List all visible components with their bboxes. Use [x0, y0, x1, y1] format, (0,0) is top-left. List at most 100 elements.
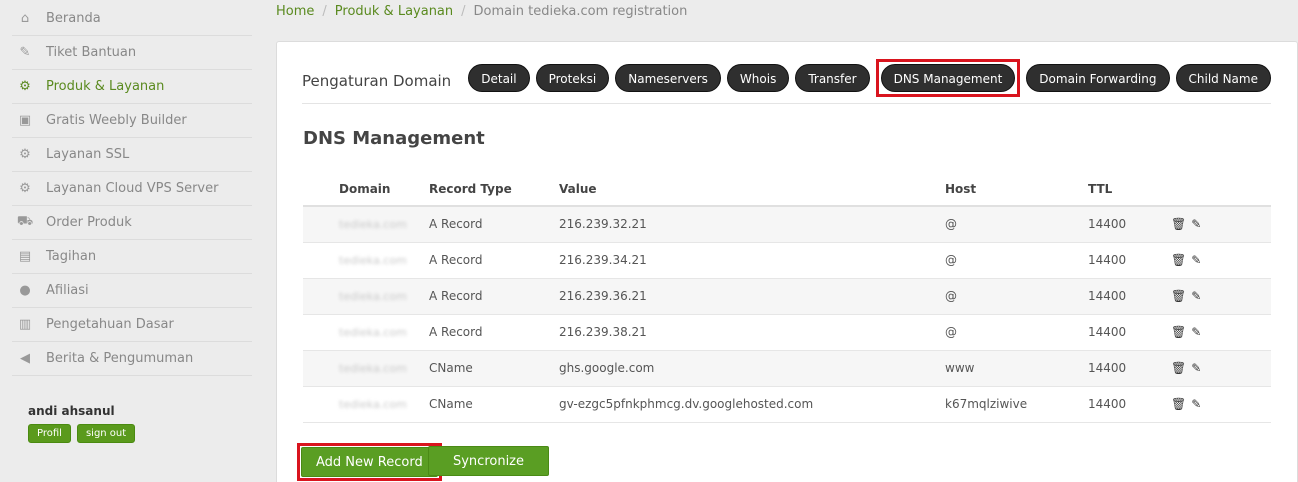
table-row: tedieka.com A Record 216.239.32.21 @ 144…: [303, 206, 1271, 243]
add-new-record-button[interactable]: Add New Record: [301, 447, 438, 477]
cell-host: @: [945, 314, 1088, 351]
sidebar-item-label: Afiliasi: [46, 283, 89, 298]
cell-type: CName: [429, 350, 559, 387]
cell-domain: tedieka.com: [303, 278, 429, 315]
cell-host: @: [945, 278, 1088, 315]
cell-host: @: [945, 242, 1088, 279]
trash-icon[interactable]: 🗑: [1171, 397, 1186, 411]
sidebar-item-produk-layanan[interactable]: ⚙ Produk & Layanan: [12, 70, 252, 104]
cell-actions: 🗑 ✎: [1171, 278, 1271, 315]
pencil-icon[interactable]: ✎: [1191, 217, 1201, 231]
trash-icon[interactable]: 🗑: [1171, 289, 1186, 303]
cell-type: A Record: [429, 314, 559, 351]
panel-title: Pengaturan Domain: [302, 72, 452, 90]
cell-ttl: 14400: [1088, 206, 1171, 243]
sidebar-item-order-produk[interactable]: ⛟ Order Produk: [12, 206, 252, 240]
column-header-host: Host: [945, 172, 1088, 207]
sidebar-item-weebly[interactable]: ▣ Gratis Weebly Builder: [12, 104, 252, 138]
tab-proteksi[interactable]: Proteksi: [535, 64, 610, 92]
sidebar-item-ssl[interactable]: ⚙ Layanan SSL: [12, 138, 252, 172]
gift-icon: ▣: [18, 113, 32, 128]
pencil-icon[interactable]: ✎: [1191, 325, 1201, 339]
sidebar-item-afiliasi[interactable]: ● Afiliasi: [12, 274, 252, 308]
breadcrumb-products-link[interactable]: Produk & Layanan: [335, 4, 453, 19]
panel-header: Pengaturan Domain Detail Proteksi Namese…: [302, 59, 1271, 104]
domain-text: tedieka.com: [339, 326, 407, 339]
table-header-row: Domain Record Type Value Host TTL: [303, 172, 1271, 207]
cart-icon: ⛟: [16, 214, 34, 229]
pencil-icon[interactable]: ✎: [1191, 289, 1201, 303]
pencil-icon[interactable]: ✎: [1191, 253, 1201, 267]
wrench-icon: ✎: [19, 45, 31, 60]
tab-nameservers[interactable]: Nameservers: [615, 64, 721, 92]
column-header-domain: Domain: [303, 172, 429, 207]
signout-button[interactable]: sign out: [76, 424, 136, 443]
sidebar-item-label: Tagihan: [46, 249, 97, 264]
breadcrumb-separator: /: [461, 4, 466, 19]
cogs-icon: ⚙: [19, 79, 31, 94]
cogs-icon: ⚙: [19, 147, 31, 162]
sidebar-item-berita[interactable]: ◀ Berita & Pengumuman: [12, 342, 252, 376]
sidebar-item-label: Order Produk: [46, 215, 132, 230]
cell-value: gv-ezgc5pfnkphmcg.dv.googlehosted.com: [559, 386, 945, 423]
tab-dns-management[interactable]: DNS Management: [880, 64, 1016, 92]
cell-host: www: [945, 350, 1088, 387]
cell-host: @: [945, 206, 1088, 243]
tab-whois[interactable]: Whois: [726, 64, 790, 92]
chat-icon: ●: [19, 283, 31, 298]
cell-domain: tedieka.com: [303, 386, 429, 423]
domain-tabs: Detail Proteksi Nameservers Whois Transf…: [468, 59, 1271, 97]
column-header-type: Record Type: [429, 172, 559, 207]
domain-text: tedieka.com: [339, 290, 407, 303]
sidebar-item-label: Beranda: [46, 11, 101, 26]
cell-value: 216.239.38.21: [559, 314, 945, 351]
pencil-icon[interactable]: ✎: [1191, 361, 1201, 375]
tab-domain-forwarding[interactable]: Domain Forwarding: [1026, 64, 1170, 92]
sidebar-item-beranda[interactable]: ⌂ Beranda: [12, 2, 252, 36]
trash-icon[interactable]: 🗑: [1171, 217, 1186, 231]
trash-icon[interactable]: 🗑: [1171, 253, 1186, 267]
sidebar-item-pengetahuan[interactable]: ▥ Pengetahuan Dasar: [12, 308, 252, 342]
trash-icon[interactable]: 🗑: [1171, 361, 1186, 375]
sidebar-item-cloud-vps[interactable]: ⚙ Layanan Cloud VPS Server: [12, 172, 252, 206]
cell-domain: tedieka.com: [303, 242, 429, 279]
cell-ttl: 14400: [1088, 314, 1171, 351]
sidebar-item-label: Produk & Layanan: [46, 79, 165, 94]
cell-actions: 🗑 ✎: [1171, 242, 1271, 279]
table-row: tedieka.com CName ghs.google.com www 144…: [303, 350, 1271, 387]
column-header-ttl: TTL: [1088, 172, 1171, 207]
cell-domain: tedieka.com: [303, 350, 429, 387]
section-title: DNS Management: [303, 128, 485, 149]
breadcrumb-separator: /: [322, 4, 327, 19]
sidebar-item-tagihan[interactable]: ▤ Tagihan: [12, 240, 252, 274]
cell-ttl: 14400: [1088, 350, 1171, 387]
domain-text: tedieka.com: [339, 218, 407, 232]
cell-actions: 🗑 ✎: [1171, 206, 1271, 243]
cell-domain: tedieka.com: [303, 314, 429, 351]
profile-button[interactable]: Profil: [28, 424, 71, 443]
book-icon: ▥: [18, 317, 32, 332]
cell-type: CName: [429, 386, 559, 423]
sidebar-item-label: Layanan Cloud VPS Server: [46, 181, 219, 196]
cell-type: A Record: [429, 278, 559, 315]
column-header-actions: [1171, 172, 1271, 207]
cell-value: 216.239.36.21: [559, 278, 945, 315]
table-row: tedieka.com A Record 216.239.38.21 @ 144…: [303, 314, 1271, 351]
sidebar-item-tiket-bantuan[interactable]: ✎ Tiket Bantuan: [12, 36, 252, 70]
tab-detail[interactable]: Detail: [468, 64, 530, 92]
home-icon: ⌂: [20, 11, 30, 26]
cell-type: A Record: [429, 242, 559, 279]
sidebar-item-label: Gratis Weebly Builder: [46, 113, 187, 128]
file-icon: ▤: [18, 249, 32, 264]
cell-actions: 🗑 ✎: [1171, 350, 1271, 387]
trash-icon[interactable]: 🗑: [1171, 325, 1186, 339]
sidebar: ⌂ Beranda ✎ Tiket Bantuan ⚙ Produk & Layana…: [0, 0, 252, 482]
sidebar-item-label: Layanan SSL: [46, 147, 130, 162]
highlight-box: DNS Management: [875, 59, 1021, 97]
tab-transfer[interactable]: Transfer: [795, 64, 870, 92]
tab-child-name[interactable]: Child Name: [1175, 64, 1271, 92]
synchronize-button[interactable]: Syncronize: [428, 446, 549, 476]
breadcrumb-home-link[interactable]: Home: [276, 4, 314, 19]
dns-records-table: Domain Record Type Value Host TTL tediek…: [303, 172, 1271, 423]
pencil-icon[interactable]: ✎: [1191, 397, 1201, 411]
